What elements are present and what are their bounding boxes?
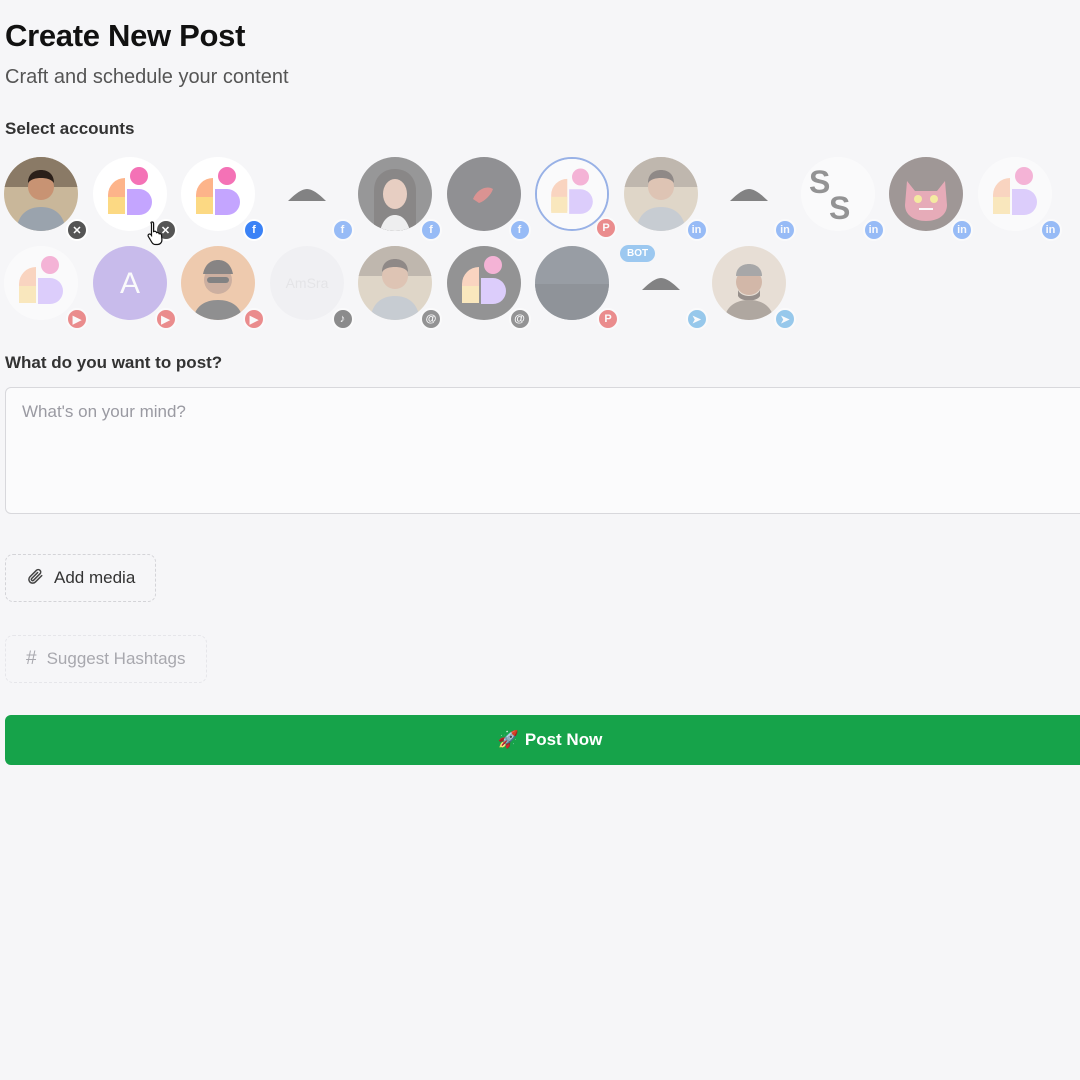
linkedin-icon: in <box>1039 219 1062 241</box>
app-logo-dark-avatar <box>446 246 521 320</box>
account-avatar-facebook[interactable]: f <box>181 157 265 241</box>
facebook-icon: f <box>508 219 531 241</box>
svg-text:S: S <box>809 164 830 200</box>
telegram-icon: ➤ <box>685 308 708 330</box>
man-sunglasses-avatar <box>181 246 255 320</box>
ss-logo-avatar: SS <box>800 157 875 231</box>
man-cap-photo-avatar <box>712 246 786 320</box>
threads-icon: @ <box>420 308 442 330</box>
app-logo-avatar <box>4 246 78 320</box>
account-avatar-telegram[interactable]: ➤ <box>712 246 796 330</box>
svg-text:S: S <box>829 190 850 226</box>
rocket-icon: 🚀 <box>497 730 519 749</box>
account-avatar-linkedin[interactable]: S Sin <box>800 157 885 241</box>
app-logo-avatar <box>977 157 1052 231</box>
app-logo-avatar <box>181 157 255 231</box>
linkedin-icon: in <box>862 219 885 241</box>
account-avatar-facebook[interactable]: f <box>358 157 442 241</box>
facebook-icon: f <box>420 219 442 241</box>
svg-text:AmSra: AmSra <box>285 275 328 291</box>
post-content-label: What do you want to post? <box>5 353 223 372</box>
youtube-icon: ▶ <box>66 308 88 330</box>
facebook-icon: f <box>243 219 265 241</box>
account-avatar-youtube[interactable]: A ▶ <box>92 246 177 330</box>
man-photo-avatar <box>623 157 698 231</box>
cat-mask-avatar <box>889 157 963 231</box>
hashtag-icon: # <box>26 648 37 669</box>
linkedin-icon: in <box>685 219 708 241</box>
page-subtitle: Craft and schedule your content <box>5 66 289 88</box>
account-avatar-facebook[interactable]: f <box>446 157 531 241</box>
man-photo-avatar <box>358 246 432 320</box>
account-avatar-threads[interactable]: @ <box>358 246 442 330</box>
man-photo-avatar <box>4 157 78 231</box>
woman-photo-avatar <box>358 157 432 231</box>
pinterest-icon: P <box>597 308 619 330</box>
account-avatar-tiktok[interactable]: AmSra ♪ <box>269 246 354 330</box>
select-accounts-label: Select accounts <box>5 119 135 138</box>
suggest-hashtags-label: Suggest Hashtags <box>46 649 186 668</box>
letter-a-avatar: A <box>92 246 167 320</box>
youtube-icon: ▶ <box>154 308 177 330</box>
mountain-placeholder-avatar <box>712 157 786 231</box>
svg-text:A: A <box>119 267 139 300</box>
facebook-icon: f <box>331 219 354 241</box>
account-avatar-linkedin[interactable]: in <box>977 157 1062 241</box>
account-avatar-pinterest[interactable]: P <box>535 246 619 330</box>
account-avatar-linkedin[interactable]: in <box>623 157 708 241</box>
light-placeholder-avatar: AmSra <box>269 246 344 320</box>
dark-abstract-avatar <box>446 157 521 231</box>
x-platform-icon: ✕ <box>66 219 88 241</box>
bot-badge: BOT <box>620 245 656 262</box>
app-logo-avatar <box>537 159 607 229</box>
threads-icon: @ <box>508 308 531 330</box>
hand-cursor-icon <box>146 220 166 251</box>
account-avatar-youtube[interactable]: ▶ <box>4 246 88 330</box>
mountain-placeholder-avatar <box>269 157 344 231</box>
account-avatar-x[interactable]: ✕ <box>4 157 88 241</box>
linkedin-icon: in <box>774 219 796 241</box>
account-avatar-pinterest[interactable]: P <box>535 157 617 239</box>
telegram-icon: ➤ <box>774 308 796 330</box>
dark-blue-photo-avatar <box>535 246 609 320</box>
account-avatar-linkedin[interactable]: in <box>889 157 973 241</box>
account-avatar-threads[interactable]: @ <box>446 246 531 330</box>
post-now-label: Post Now <box>524 730 603 749</box>
account-avatar-linkedin[interactable]: in <box>712 157 796 241</box>
account-avatar-facebook[interactable]: f <box>269 157 354 241</box>
paperclip-icon <box>26 567 44 590</box>
post-content-input[interactable] <box>5 387 1080 514</box>
tiktok-icon: ♪ <box>331 308 354 330</box>
suggest-hashtags-button[interactable]: # Suggest Hashtags <box>5 635 207 683</box>
page-title: Create New Post <box>5 18 246 53</box>
post-now-button[interactable]: 🚀 Post Now <box>5 715 1080 765</box>
account-avatar-youtube[interactable]: ▶ <box>181 246 265 330</box>
pinterest-icon: P <box>595 217 617 239</box>
add-media-button[interactable]: Add media <box>5 554 157 602</box>
add-media-label: Add media <box>54 568 136 587</box>
youtube-icon: ▶ <box>243 308 265 330</box>
linkedin-icon: in <box>951 219 973 241</box>
